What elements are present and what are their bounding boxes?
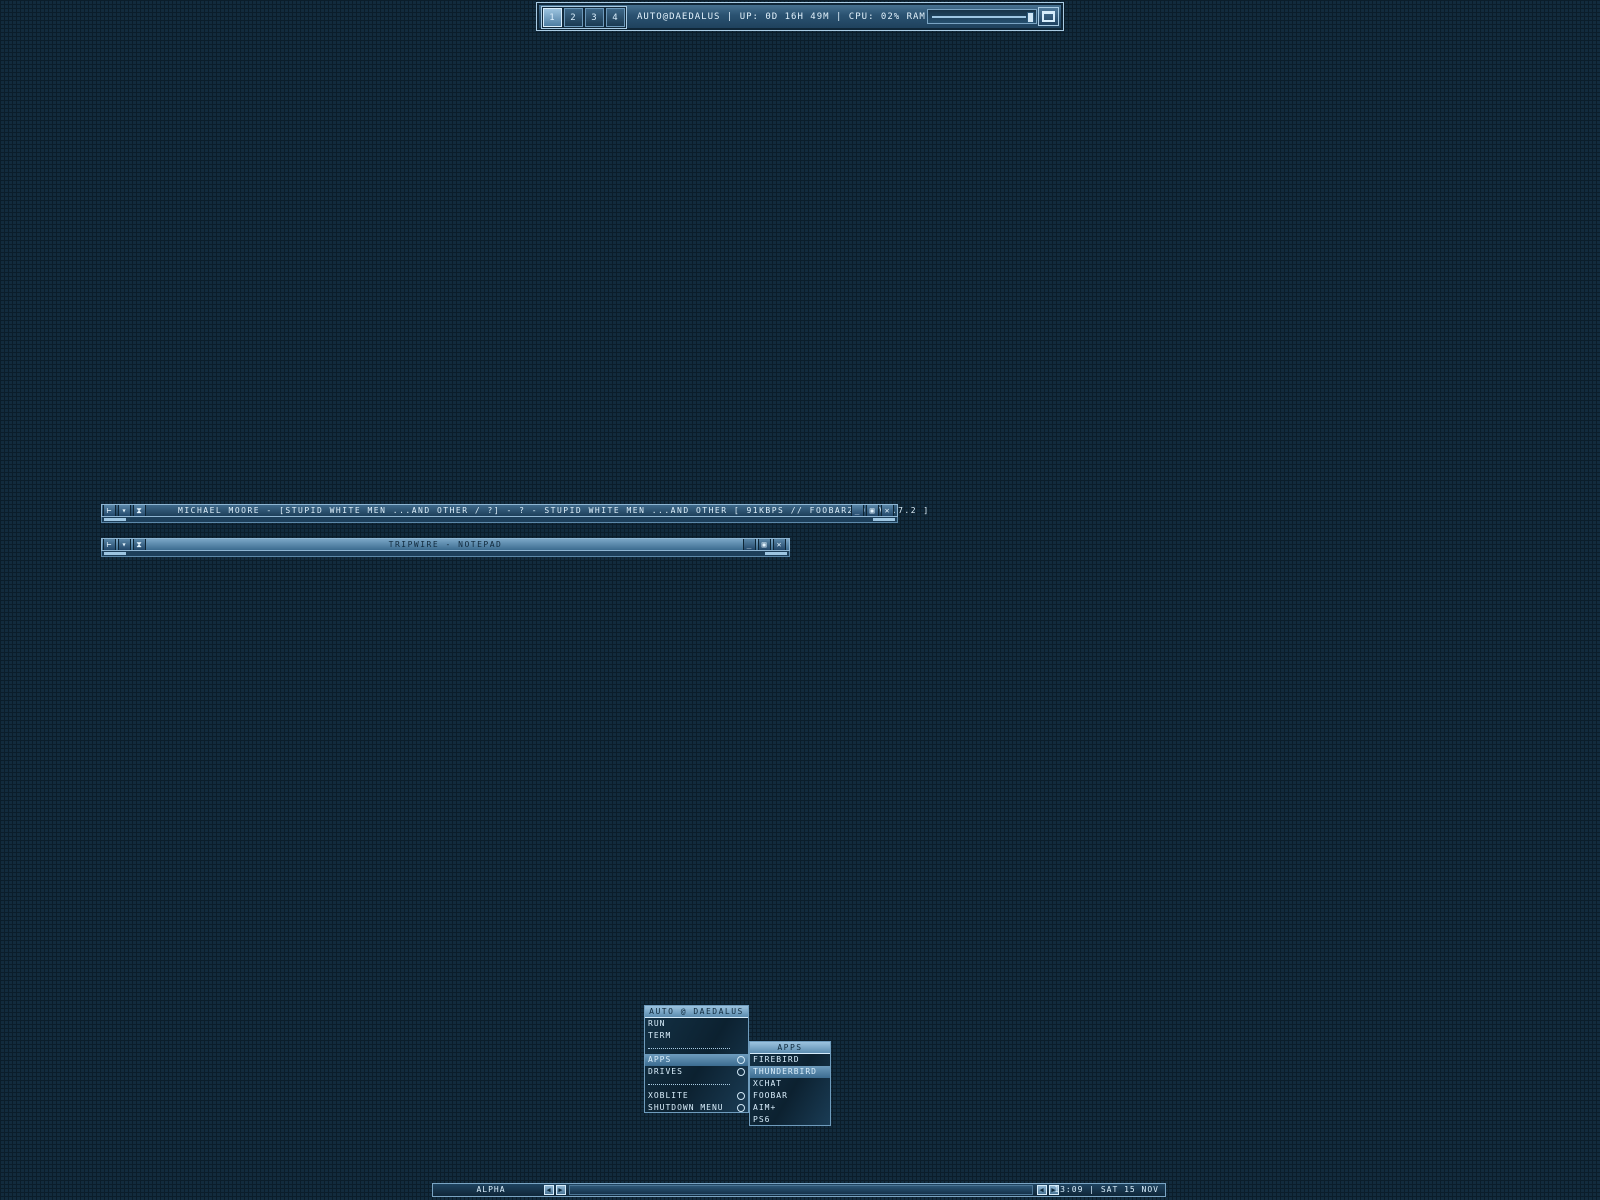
notepad-window-bottom [101,551,790,557]
system-status-text: AUTO@DAEDALUS | UP: 0D 16H 49M | CPU: 02… [637,12,958,22]
submenu-icon [737,1056,745,1064]
submenu-icon [737,1068,745,1076]
apps-item-thunderbird[interactable]: THUNDERBIRD [750,1066,830,1078]
resize-grip-left[interactable] [104,552,126,555]
menu-item-drives[interactable]: DRIVES [645,1066,748,1078]
apps-item-ps6[interactable]: PS6 [750,1114,830,1126]
menu-item-term[interactable]: TERM [645,1030,748,1042]
notepad-titlebar[interactable]: ⊢ ▾ ⧗ TRIPWIRE - NOTEPAD _ ▣ ✕ [101,538,790,551]
volume-slider-knob[interactable] [1027,12,1034,23]
maximize-button[interactable]: ▣ [866,505,879,516]
prev-task-button[interactable]: ◀ [1037,1185,1047,1195]
foobar-left-buttons: ⊢ ▾ ⧗ [103,505,148,516]
menu-separator [645,1042,748,1054]
foobar-window-bottom [101,517,898,523]
volume-slider[interactable] [927,9,1037,24]
next-workspace-button[interactable]: ▶ [556,1185,566,1195]
close-button[interactable]: ✕ [881,505,894,516]
minimize-button[interactable]: _ [851,505,864,516]
apps-submenu-title: APPS [750,1042,830,1054]
apps-submenu: APPS FIREBIRD THUNDERBIRD XCHAT FOOBAR A… [749,1041,831,1126]
foobar-titlebar[interactable]: ⊢ ▾ ⧗ MICHAEL MOORE - [STUPID WHITE MEN … [101,504,928,517]
maximize-button[interactable]: ▣ [758,539,771,550]
apps-item-foobar[interactable]: FOOBAR [750,1090,830,1102]
submenu-icon [737,1104,745,1112]
menu-item-xoblite-label: XOBLITE [648,1091,689,1100]
close-button[interactable]: ✕ [773,539,786,550]
notepad-title: TRIPWIRE - NOTEPAD [388,540,503,549]
volume-slider-track [932,16,1026,18]
foobar-title: MICHAEL MOORE - [STUPID WHITE MEN ...AND… [178,506,930,515]
apps-item-aim[interactable]: AIM+ [750,1102,830,1114]
menu-separator [645,1078,748,1090]
menu-item-shutdown-label: SHUTDOWN MENU [648,1103,724,1112]
workspace-3-button[interactable]: 3 [585,8,604,27]
top-status-bar: 1 2 3 4 AUTO@DAEDALUS | UP: 0D 16H 49M |… [536,2,1064,31]
sticky-button[interactable]: ⧗ [133,505,146,516]
resize-grip-left[interactable] [104,518,126,521]
task-list-area[interactable] [569,1185,1033,1195]
menu-item-xoblite[interactable]: XOBLITE [645,1090,748,1102]
main-menu-title: AUTO @ DAEDALUS [645,1006,748,1018]
window-menu-button[interactable]: ⊢ [103,505,116,516]
resize-grip-right[interactable] [873,518,895,521]
apps-item-firebird[interactable]: FIREBIRD [750,1054,830,1066]
window-icon [1042,11,1055,22]
notepad-right-buttons: _ ▣ ✕ [743,539,788,550]
shade-button[interactable]: ▾ [118,505,131,516]
window-list-button[interactable] [1038,7,1059,26]
foobar-right-buttons: _ ▣ ✕ [851,505,896,516]
workspace-switcher: 1 2 3 4 [541,6,627,29]
menu-item-shutdown[interactable]: SHUTDOWN MENU [645,1102,748,1114]
notepad-window: ⊢ ▾ ⧗ TRIPWIRE - NOTEPAD _ ▣ ✕ [101,538,790,557]
workspace-2-button[interactable]: 2 [564,8,583,27]
resize-grip-right[interactable] [765,552,787,555]
taskbar: ALPHA ◀ ▶ ◀ ▶ 13:09 | SAT 15 NOV [432,1183,1166,1197]
workspace-4-button[interactable]: 4 [606,8,625,27]
prev-workspace-button[interactable]: ◀ [544,1185,554,1195]
clock: 13:09 | SAT 15 NOV [1054,1185,1159,1194]
minimize-button[interactable]: _ [743,539,756,550]
main-menu: AUTO @ DAEDALUS RUN TERM APPS DRIVES XOB… [644,1005,749,1113]
workspace-1-button[interactable]: 1 [543,8,562,27]
apps-item-xchat[interactable]: XCHAT [750,1078,830,1090]
submenu-icon [737,1092,745,1100]
menu-item-drives-label: DRIVES [648,1067,683,1076]
menu-item-apps[interactable]: APPS [645,1054,748,1066]
menu-item-run[interactable]: RUN [645,1018,748,1030]
workspace-label: ALPHA [476,1185,506,1194]
foobar-window: ⊢ ▾ ⧗ MICHAEL MOORE - [STUPID WHITE MEN … [101,504,928,523]
menu-item-apps-label: APPS [648,1055,672,1064]
